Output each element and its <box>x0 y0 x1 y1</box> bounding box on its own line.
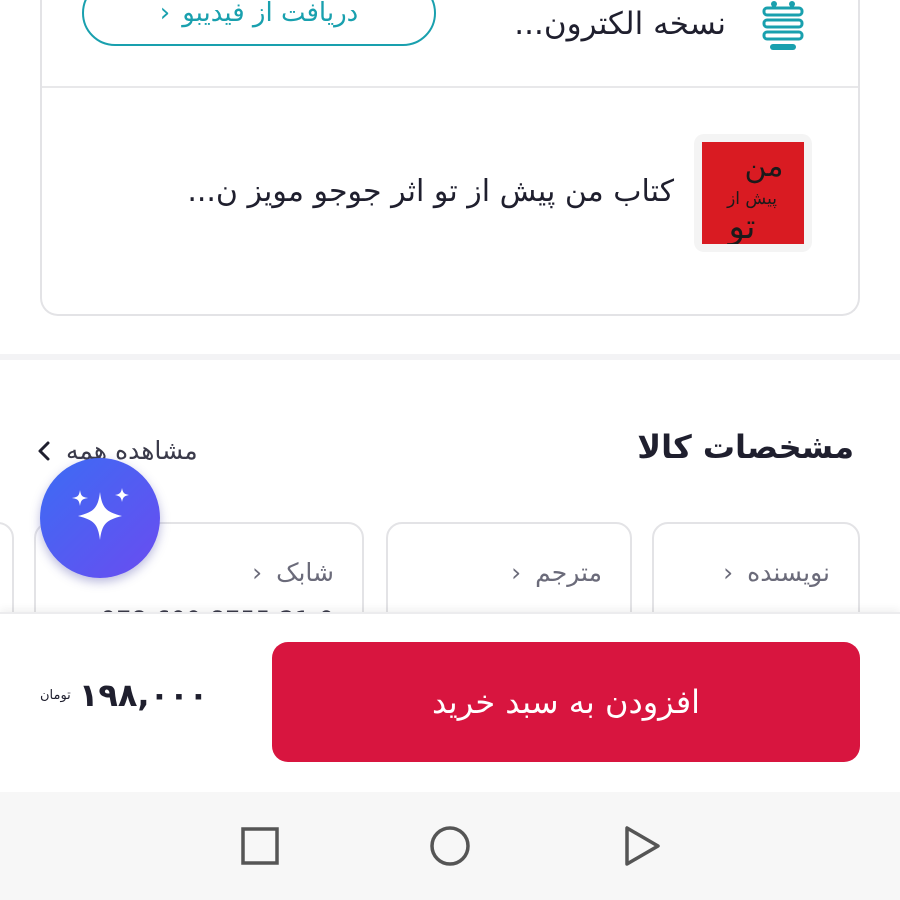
cover-text-top: من <box>745 149 784 184</box>
video-button-label: دریافت از فیدیبو <box>182 0 359 28</box>
cover-text-bottom: تو <box>726 207 755 244</box>
book-stack-icon <box>762 1 804 50</box>
chevron-left-icon: ‹ <box>159 0 171 28</box>
ebook-title: نسخه الکترون... <box>514 6 726 42</box>
price-amount: ۱۹۸,۰۰۰ <box>78 676 209 714</box>
add-to-cart-button[interactable]: افزودن به سبد خرید <box>272 642 860 762</box>
ai-assistant-button[interactable] <box>40 458 160 578</box>
sparkles-icon <box>72 488 129 540</box>
book-cover-image: من پیش از تو <box>694 134 812 252</box>
chevron-left-icon: ‹ <box>511 558 522 587</box>
home-circle-icon[interactable] <box>422 818 478 874</box>
section-separator <box>0 354 900 360</box>
video-button[interactable]: دریافت از فیدیبو ‹ <box>82 0 436 46</box>
price-currency: تومان <box>40 687 71 703</box>
spec-label-translator: مترجم <box>535 558 602 587</box>
spec-label-author: نویسنده <box>747 558 830 587</box>
purchase-bar: افزودن به سبد خرید ۱۹۸,۰۰۰ تومان <box>0 612 900 792</box>
chevron-left-icon: ‹ <box>252 558 263 587</box>
price-display: ۱۹۸,۰۰۰ تومان <box>40 676 208 714</box>
recents-square-icon[interactable] <box>232 818 288 874</box>
back-triangle-icon[interactable] <box>614 818 670 874</box>
specs-title: مشخصات کالا <box>637 428 854 466</box>
ebook-row[interactable]: نسخه الکترون... دریافت از فیدیبو ‹ <box>42 0 858 88</box>
cover-text-middle: پیش از <box>726 189 777 209</box>
book-cover-art: من پیش از تو <box>702 142 804 244</box>
product-links-card: نسخه الکترون... دریافت از فیدیبو ‹ من پی… <box>40 0 860 316</box>
book-row[interactable]: من پیش از تو کتاب من پیش از تو اثر جوجو … <box>42 88 858 294</box>
book-title: کتاب من پیش از تو اثر جوجو مویز ن... <box>187 174 674 209</box>
system-nav-bar <box>0 792 900 900</box>
spec-label-isbn: شابک <box>276 558 334 587</box>
chevron-left-icon: ‹ <box>723 558 734 587</box>
